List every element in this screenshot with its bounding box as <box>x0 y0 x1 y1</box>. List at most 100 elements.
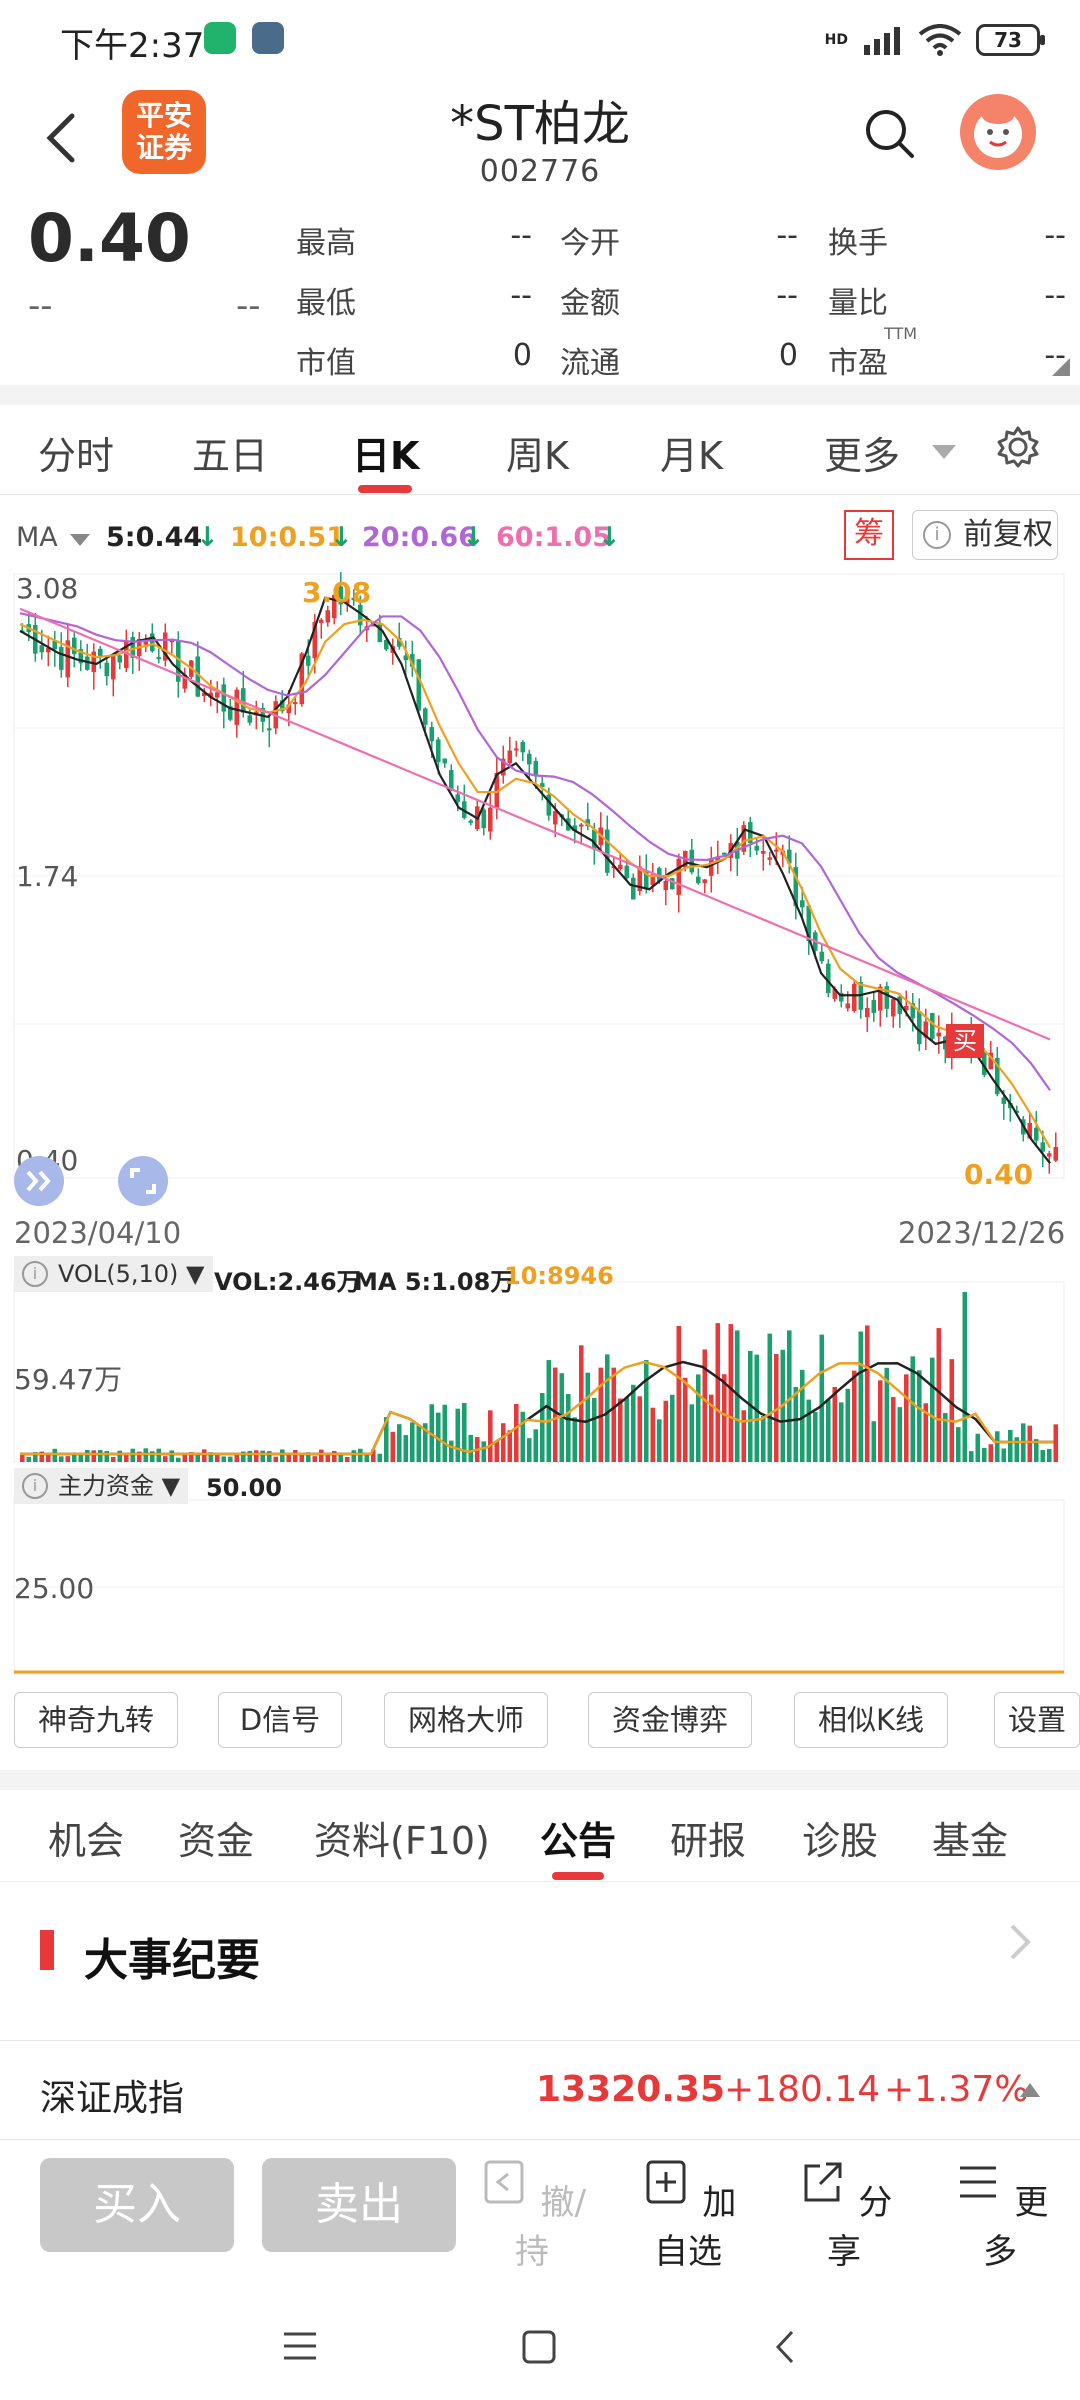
tab-daily-k[interactable]: 日K <box>352 425 419 480</box>
ma5-arrow: ↓ <box>196 522 219 553</box>
volume-bar <box>722 1374 727 1462</box>
search-icon[interactable] <box>862 106 918 162</box>
volume-bar <box>845 1388 851 1462</box>
candle-body <box>507 750 513 764</box>
recent-apps-icon[interactable] <box>280 2328 320 2364</box>
tool-similar-k[interactable]: 相似K线 <box>794 1692 948 1748</box>
volume-bar <box>865 1325 870 1462</box>
buy-button[interactable]: 买入 <box>40 2158 234 2252</box>
app-notification-icon <box>204 22 236 54</box>
index-name: 深证成指 <box>40 2078 185 2119</box>
share-button[interactable]: 分享 <box>784 2156 904 2273</box>
volume-indicator-selector[interactable]: i VOL(5,10) ▼ <box>14 1256 213 1292</box>
volume-bar <box>1040 1449 1046 1462</box>
fullscreen-button[interactable] <box>118 1156 168 1206</box>
tab-intraday[interactable]: 分时 <box>38 425 114 480</box>
tab-f10[interactable]: 资料(F10) <box>314 1810 490 1865</box>
tab-more[interactable]: 更多 <box>824 425 900 480</box>
candle-body <box>39 645 45 653</box>
tool-grid-master[interactable]: 网格大师 <box>384 1692 548 1748</box>
chevron-down-icon[interactable] <box>932 445 956 461</box>
chip-distribution-button[interactable]: 筹 <box>844 510 894 560</box>
candle-body <box>1047 1153 1052 1157</box>
volume-bar <box>215 1455 220 1462</box>
volume-bar <box>312 1456 318 1462</box>
volume-bar <box>507 1430 513 1462</box>
tab-monthly-k[interactable]: 月K <box>660 425 723 480</box>
info-tabs: 机会 资金 资料(F10) 公告 研报 诊股 基金 <box>0 1790 1080 1882</box>
volume-bar <box>390 1431 396 1462</box>
volume-bar <box>741 1410 747 1462</box>
tool-settings[interactable]: 设置 <box>994 1692 1080 1748</box>
candle-body <box>104 662 110 677</box>
section-marker <box>40 1930 54 1970</box>
main-fund-value: 50.00 <box>206 1474 282 1502</box>
tab-diagnosis[interactable]: 诊股 <box>802 1810 878 1865</box>
ma10-line <box>19 618 1051 1149</box>
volume-bar <box>169 1450 175 1462</box>
volume-bar <box>228 1456 233 1462</box>
candle-body <box>936 1032 942 1037</box>
stat-value-amount: -- <box>776 278 798 313</box>
gear-icon[interactable] <box>996 425 1040 469</box>
expand-corner-icon[interactable] <box>1052 358 1070 376</box>
candle-body <box>865 1007 870 1018</box>
volume-bar <box>345 1457 350 1462</box>
more-button[interactable]: 更多 <box>940 2156 1060 2273</box>
volume-bar <box>936 1328 942 1462</box>
volume-bar <box>65 1456 71 1462</box>
volume-bar <box>819 1334 825 1462</box>
candle-body <box>819 951 825 962</box>
assistant-avatar[interactable] <box>960 94 1036 170</box>
volume-bar <box>611 1367 617 1462</box>
candle-body <box>455 794 461 802</box>
adjust-mode-button[interactable]: i 前复权 <box>912 510 1058 560</box>
section-title[interactable]: 大事纪要 <box>84 1924 260 1988</box>
candle-body <box>553 811 558 825</box>
candle-body <box>423 708 428 725</box>
main-fund-indicator-selector[interactable]: i 主力资金 ▼ <box>14 1468 189 1504</box>
candle-body <box>429 727 435 742</box>
add-watchlist-button[interactable]: 加自选 <box>628 2156 748 2273</box>
ma-label[interactable]: MA <box>16 522 58 553</box>
tab-weekly-k[interactable]: 周K <box>506 425 569 480</box>
volume-bar <box>403 1435 409 1462</box>
ma-dropdown-icon[interactable] <box>70 534 90 548</box>
stat-value-volume-ratio: -- <box>1044 278 1066 313</box>
tab-five-day[interactable]: 五日 <box>192 425 268 480</box>
divider <box>0 1770 1080 1790</box>
kline-chart[interactable] <box>0 562 1080 1702</box>
volume-bar <box>195 1454 201 1462</box>
expand-left-button[interactable] <box>14 1156 64 1206</box>
tab-opportunity[interactable]: 机会 <box>48 1810 124 1865</box>
tool-d-signal[interactable]: D信号 <box>218 1692 342 1748</box>
home-icon[interactable] <box>520 2328 558 2366</box>
back-nav-icon[interactable] <box>770 2326 800 2368</box>
withdraw-button[interactable]: 撤/持 <box>472 2156 592 2273</box>
battery-level: 73 <box>994 28 1022 52</box>
y-tick-mid: 1.74 <box>16 860 79 893</box>
volume-bar <box>104 1451 110 1462</box>
market-index-bar[interactable]: 深证成指 13320.35 +180.14 +1.37% <box>0 2040 1080 2140</box>
volume-bar <box>202 1449 207 1462</box>
sell-button[interactable]: 卖出 <box>262 2158 456 2252</box>
chevron-right-icon[interactable] <box>1000 1918 1040 1966</box>
tab-funds[interactable]: 资金 <box>178 1810 254 1865</box>
volume-bar <box>182 1454 188 1462</box>
tab-research[interactable]: 研报 <box>670 1810 746 1865</box>
tool-fund-game[interactable]: 资金博弈 <box>588 1692 752 1748</box>
network-type: HD <box>824 32 848 48</box>
volume-bar <box>969 1451 974 1462</box>
candle-body <box>800 900 805 908</box>
volume-ma5: MA 5:1.08万 <box>354 1268 515 1296</box>
volume-bar <box>767 1333 773 1462</box>
tab-fund[interactable]: 基金 <box>932 1810 1008 1865</box>
tab-announcements[interactable]: 公告 <box>540 1810 616 1865</box>
candle-body <box>631 877 636 900</box>
buy-signal-marker[interactable]: 买 <box>946 1024 984 1058</box>
tool-magic-nine[interactable]: 神奇九转 <box>14 1692 178 1748</box>
caret-up-icon <box>1020 2083 1040 2097</box>
robot-face-icon <box>974 108 1022 158</box>
candle-body <box>520 741 526 753</box>
ma20-value: 20:0.66 <box>362 522 477 553</box>
